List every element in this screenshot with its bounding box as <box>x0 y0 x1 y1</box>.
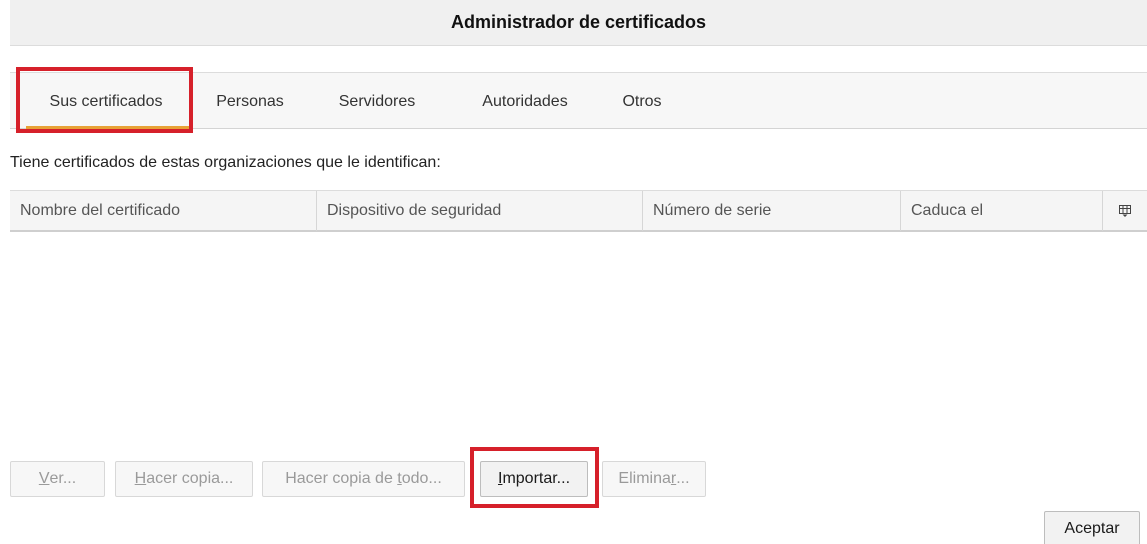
backup-all-button[interactable]: Hacer copia de t odo... <box>262 461 465 497</box>
delete-button-label-suffix: ... <box>676 470 690 487</box>
import-button[interactable]: Importar... <box>480 461 588 497</box>
backup-button-accesskey: H <box>134 470 147 487</box>
view-button-accesskey: V <box>38 470 50 487</box>
backup-button[interactable]: Hacer copia... <box>115 461 253 497</box>
delete-button[interactable]: Elimina r... <box>602 461 706 497</box>
view-button[interactable]: Ver... <box>10 461 105 497</box>
tab-authorities[interactable]: Autoridades <box>450 73 600 130</box>
tab-your-certificates[interactable]: Sus certificados <box>16 73 196 130</box>
table-header: Nombre del certificado Dispositivo de se… <box>10 190 1147 232</box>
column-header-expires-on[interactable]: Caduca el <box>900 191 1100 231</box>
certificates-table: Nombre del certificado Dispositivo de se… <box>10 190 1147 448</box>
backup-all-button-label-suffix: odo... <box>401 470 442 487</box>
backup-all-button-label-prefix: Hacer copia de <box>285 470 398 487</box>
column-picker-icon[interactable] <box>1102 191 1147 231</box>
intro-text: Tiene certificados de estas organizacion… <box>10 154 441 171</box>
view-button-label-suffix: er... <box>49 470 77 487</box>
tab-others[interactable]: Otros <box>600 73 684 130</box>
tab-people[interactable]: Personas <box>196 73 304 130</box>
dialog-title: Administrador de certificados <box>10 0 1147 46</box>
import-button-label-suffix: mportar... <box>502 470 571 487</box>
backup-button-label-suffix: acer copia... <box>146 470 234 487</box>
column-header-serial-number[interactable]: Número de serie <box>642 191 900 231</box>
tab-bar: Sus certificados Personas Servidores Aut… <box>10 72 1147 130</box>
accept-button[interactable]: Aceptar <box>1044 511 1140 544</box>
tab-servers[interactable]: Servidores <box>312 73 442 130</box>
column-header-certificate-name[interactable]: Nombre del certificado <box>10 191 316 231</box>
column-header-security-device[interactable]: Dispositivo de seguridad <box>316 191 642 231</box>
delete-button-label-prefix: Elimina <box>618 470 671 487</box>
